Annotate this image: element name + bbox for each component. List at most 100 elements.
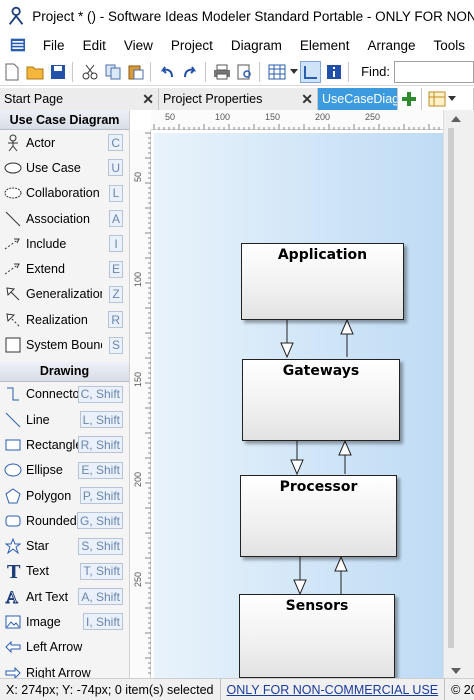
star-icon [4, 537, 22, 555]
redo-button[interactable] [180, 61, 201, 83]
close-icon[interactable]: ✕ [142, 91, 154, 108]
shortcut-badge: A, Shift [78, 588, 123, 606]
close-icon[interactable]: ✕ [301, 91, 313, 108]
shortcut-badge: L [109, 184, 123, 202]
status-bar: X: 274px; Y: -74px; 0 item(s) selected O… [0, 678, 474, 700]
grid-button[interactable] [266, 61, 287, 83]
window-title: Project * () - Software Ideas Modeler St… [32, 8, 474, 24]
scroll-up-icon[interactable] [451, 116, 461, 122]
palette-item-label: Generalization [26, 287, 102, 302]
toolbar-separator [204, 61, 206, 82]
new-file-icon [5, 63, 19, 80]
menu-project[interactable]: Project [162, 38, 222, 53]
line-icon [4, 411, 22, 429]
toolbox-palette: Use Case Diagram Actor C Use Case U Collabor… [0, 110, 130, 678]
vertical-scrollbar[interactable] [443, 110, 474, 678]
ruler-tick-label: 50 [165, 112, 176, 122]
paste-button[interactable] [125, 61, 146, 83]
scroll-down-icon[interactable] [451, 668, 461, 674]
copy-button[interactable] [102, 61, 123, 83]
palette-item-star[interactable]: Star S, Shift [0, 533, 129, 558]
grid-icon [268, 64, 285, 79]
component-title: Gateways [282, 363, 360, 379]
scrollbar-thumb[interactable] [448, 128, 454, 648]
drawing-section-header[interactable]: Drawing [0, 361, 129, 382]
tab-project-properties[interactable]: Project Properties ✕ [159, 88, 318, 110]
component-sensors[interactable]: Sensors [239, 594, 395, 678]
menu-edit[interactable]: Edit [74, 38, 115, 53]
component-title: Processor [279, 479, 358, 495]
palette-item-include[interactable]: Include I [0, 231, 129, 256]
menu-tools[interactable]: Tools [424, 38, 474, 53]
palette-item-line[interactable]: Line L, Shift [0, 407, 129, 432]
new-file-button[interactable] [2, 61, 23, 83]
palette-item-connector[interactable]: Connector C, Shift [0, 382, 129, 407]
menu-element[interactable]: Element [291, 38, 359, 53]
palette-item-rounded[interactable]: Rounded G, Shift [0, 508, 129, 533]
menu-view[interactable]: View [115, 38, 162, 53]
palette-item-ellipse[interactable]: Ellipse E, Shift [0, 458, 129, 483]
palette-item-right-arrow[interactable]: Right Arrow [0, 660, 129, 678]
copy-icon [105, 64, 121, 79]
tab-use-case-diagram[interactable]: UseCaseDiag [318, 88, 398, 110]
use-case-section-header[interactable]: Use Case Diagram [0, 110, 129, 130]
add-diagram-button[interactable] [398, 88, 422, 110]
print-button[interactable] [211, 61, 232, 83]
ruler-tick-label: 200 [133, 472, 143, 488]
shortcut-badge: R [108, 311, 123, 329]
menu-diagram[interactable]: Diagram [222, 38, 291, 53]
plus-icon [402, 92, 416, 106]
palette-item-label: Use Case [26, 160, 81, 175]
diagram-menu-button[interactable] [422, 88, 474, 110]
menu-file[interactable]: File [34, 38, 74, 53]
shortcut-badge: E [108, 260, 123, 278]
arrowhead [340, 318, 354, 335]
save-button[interactable] [48, 61, 69, 83]
tab-label: Start Page [4, 92, 64, 106]
toolbar-separator [348, 61, 350, 82]
palette-item-label: Include [26, 236, 67, 251]
palette-item-system-boundary[interactable]: System Boundary S [0, 332, 129, 357]
properties-button[interactable] [323, 61, 344, 83]
diagram-canvas[interactable]: Application Gateways Processor Sensors [154, 133, 443, 678]
component-processor[interactable]: Processor [240, 475, 397, 557]
shortcut-badge: T, Shift [80, 562, 123, 580]
palette-item-collaboration[interactable]: Collaboration L [0, 181, 129, 206]
cut-button[interactable] [79, 61, 100, 83]
undo-button[interactable] [157, 61, 178, 83]
palette-item-art-text[interactable]: A Art Text A, Shift [0, 584, 129, 609]
snap-button[interactable] [300, 60, 322, 83]
tab-start-page[interactable]: Start Page ✕ [0, 88, 159, 110]
license-link[interactable]: ONLY FOR NON-COMMERCIAL USE [221, 679, 446, 700]
palette-item-image[interactable]: Image I, Shift [0, 609, 129, 634]
ruler-tick-label: 150 [265, 112, 281, 122]
palette-item-generalization[interactable]: Generalization Z [0, 282, 129, 307]
palette-item-rectangle[interactable]: Rectangle R, Shift [0, 432, 129, 457]
tab-label: UseCaseDiag [322, 92, 398, 106]
shortcut-badge: L, Shift [79, 411, 123, 429]
palette-item-actor[interactable]: Actor C [0, 130, 129, 155]
palette-item-text[interactable]: T Text T, Shift [0, 559, 129, 584]
palette-item-extend[interactable]: Extend E [0, 256, 129, 281]
find-input[interactable] [394, 60, 474, 83]
grid-dropdown-button[interactable] [289, 61, 298, 83]
component-application[interactable]: Application [241, 243, 404, 320]
palette-item-association[interactable]: Association A [0, 206, 129, 231]
shortcut-badge: E, Shift [78, 461, 123, 479]
print-preview-button[interactable] [234, 61, 255, 83]
palette-item-use-case[interactable]: Use Case U [0, 155, 129, 180]
component-gateways[interactable]: Gateways [242, 359, 400, 441]
open-folder-button[interactable] [25, 61, 46, 83]
text-icon: T [4, 562, 22, 580]
palette-item-polygon[interactable]: Polygon P, Shift [0, 483, 129, 508]
association-icon [4, 210, 22, 228]
palette-item-left-arrow[interactable]: Left Arrow [0, 635, 129, 660]
document-menu-icon[interactable] [10, 36, 26, 54]
actor-icon [4, 134, 22, 152]
chevron-down-icon [448, 96, 456, 101]
arrowhead [293, 579, 307, 596]
left-arrow-icon [4, 638, 22, 656]
palette-item-realization[interactable]: Realization R [0, 307, 129, 332]
menu-arrange[interactable]: Arrange [358, 38, 424, 53]
arrowhead [338, 439, 352, 456]
